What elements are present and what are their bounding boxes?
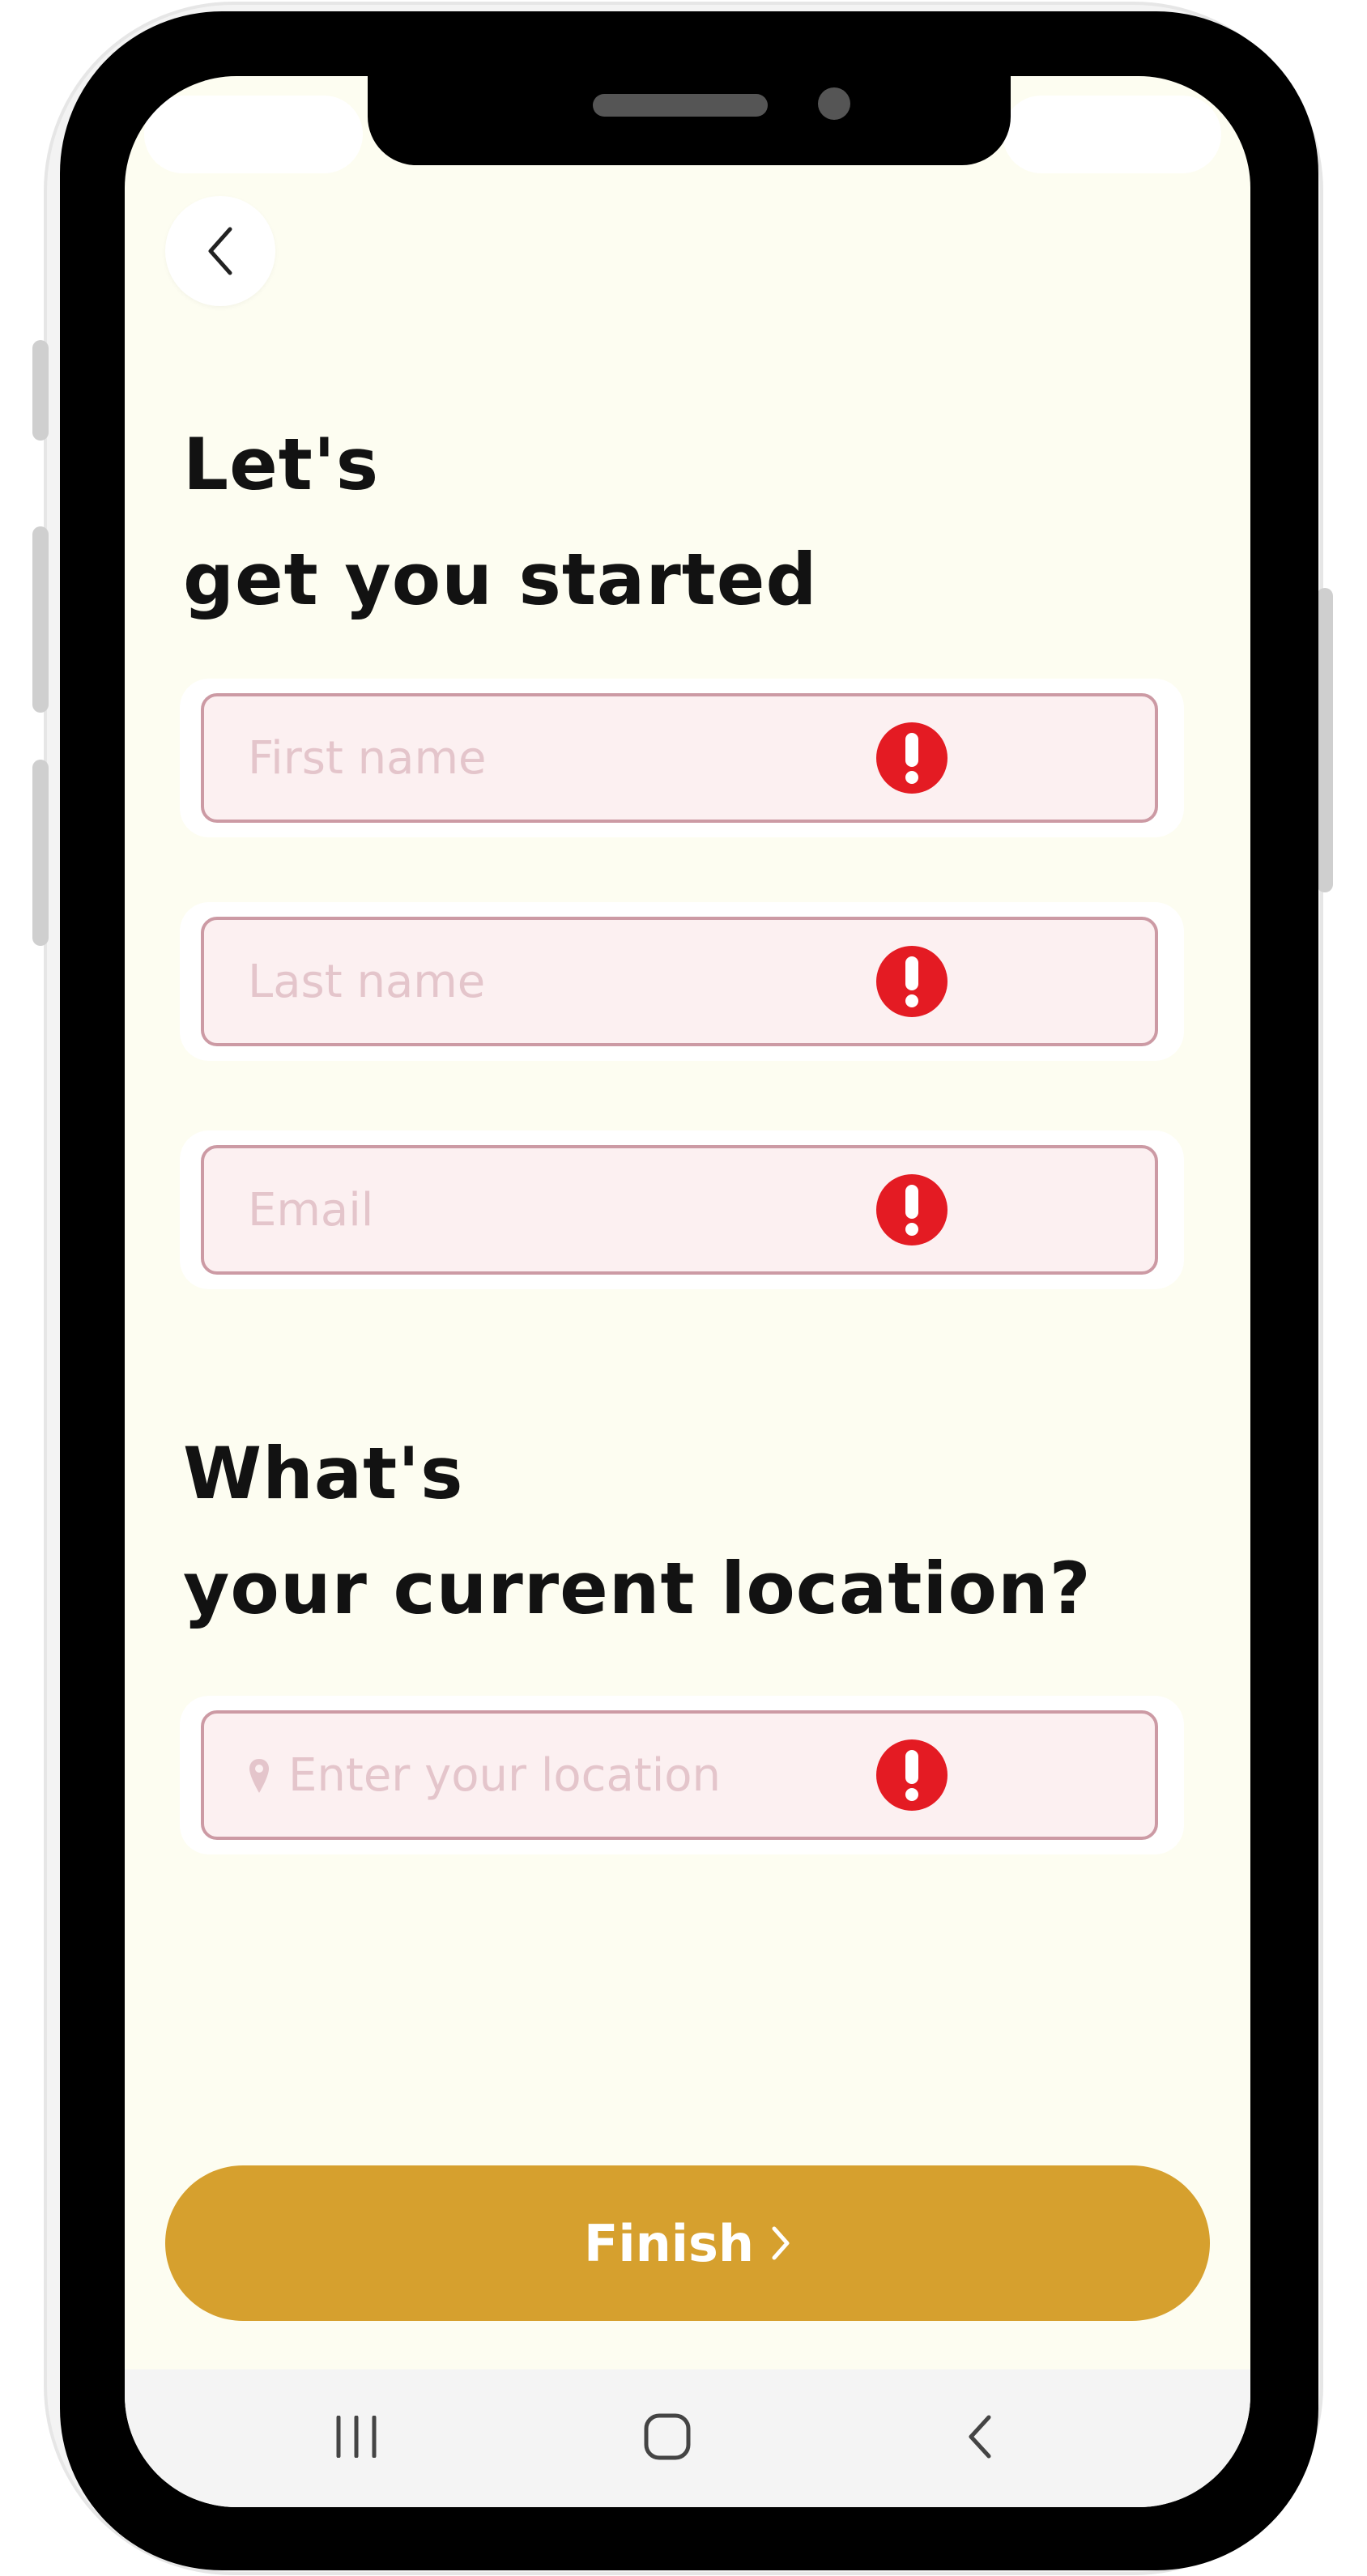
location-title-line-1: What's — [183, 1432, 464, 1515]
last-name-field-wrapper — [180, 902, 1184, 1061]
email-field[interactable] — [201, 1145, 1158, 1275]
finish-button[interactable]: Finish — [165, 2165, 1210, 2321]
email-field-wrapper — [180, 1130, 1184, 1289]
location-field[interactable] — [201, 1710, 1158, 1840]
exclamation-circle-icon — [876, 946, 948, 1017]
last-name-field[interactable] — [201, 917, 1158, 1046]
location-field-wrapper — [180, 1696, 1184, 1854]
location-title: What's your current location? — [183, 1416, 1092, 1646]
phone-side-button — [32, 340, 49, 441]
phone-side-button — [1317, 588, 1333, 892]
page-title-line-2: get you started — [183, 538, 818, 621]
front-camera — [818, 87, 850, 120]
speaker-grille — [593, 94, 768, 117]
nav-recent-apps-button[interactable] — [308, 2392, 405, 2481]
exclamation-circle-icon — [876, 1739, 948, 1811]
finish-button-label: Finish — [583, 2213, 755, 2273]
location-input[interactable] — [288, 1714, 904, 1837]
camera-notch — [368, 76, 1011, 165]
back-button[interactable] — [165, 196, 275, 306]
first-name-field[interactable] — [201, 693, 1158, 823]
exclamation-circle-icon — [876, 1174, 948, 1245]
home-icon — [644, 2413, 691, 2460]
email-input[interactable] — [248, 1148, 863, 1271]
chevron-left-icon — [208, 227, 232, 275]
phone-side-button — [32, 526, 49, 713]
recent-apps-icon — [336, 2416, 377, 2458]
page-title-line-1: Let's — [183, 423, 380, 506]
first-name-field-wrapper — [180, 679, 1184, 837]
last-name-input[interactable] — [248, 920, 863, 1043]
chevron-right-icon — [772, 2226, 790, 2260]
first-name-input[interactable] — [248, 696, 863, 820]
status-bar-left — [144, 96, 363, 173]
exclamation-circle-icon — [876, 722, 948, 794]
nav-back-button[interactable] — [931, 2392, 1028, 2481]
nav-home-button[interactable] — [619, 2392, 716, 2481]
status-bar-right — [1003, 96, 1221, 173]
phone-side-button — [32, 760, 49, 946]
app-screen: Let's get you started What's your curren — [125, 76, 1250, 2507]
map-pin-icon — [249, 1759, 269, 1793]
page-title: Let's get you started — [183, 407, 817, 637]
back-icon — [969, 2415, 991, 2459]
location-title-line-2: your current location? — [183, 1547, 1092, 1630]
system-navigation-bar — [125, 2369, 1250, 2507]
